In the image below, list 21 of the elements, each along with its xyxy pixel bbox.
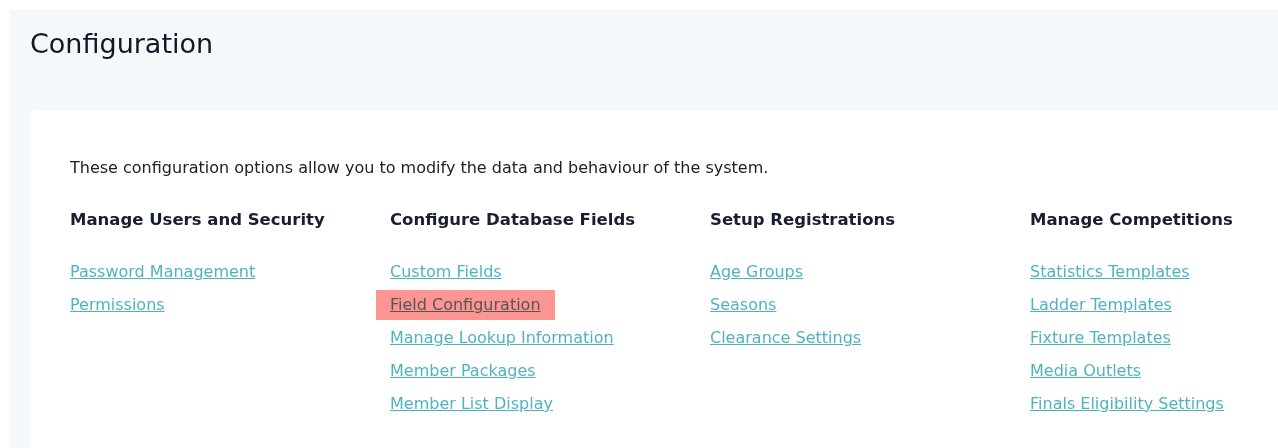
section-heading: Setup Registrations: [710, 209, 897, 231]
intro-text: These configuration options allow you to modify the data and behaviour of the system.: [70, 157, 770, 179]
config-link[interactable]: Clearance Settings: [710, 323, 862, 353]
section-heading: Manage Users and Security: [70, 209, 326, 231]
config-link[interactable]: Statistics Templates: [1030, 257, 1190, 287]
config-link[interactable]: Password Management: [70, 257, 256, 287]
config-link[interactable]: Finals Eligibility Settings: [1030, 389, 1224, 419]
config-link[interactable]: Custom Fields: [390, 257, 502, 287]
config-link[interactable]: Member List Display: [390, 389, 553, 419]
page-title: Configuration: [30, 27, 215, 60]
config-link[interactable]: Media Outlets: [1030, 356, 1142, 386]
config-link[interactable]: Seasons: [710, 290, 777, 320]
config-link[interactable]: Permissions: [70, 290, 165, 320]
section-heading: Manage Competitions: [1030, 209, 1234, 231]
config-link[interactable]: Manage Lookup Information: [390, 323, 614, 353]
config-link[interactable]: Field Configuration: [376, 290, 555, 320]
config-link[interactable]: Ladder Templates: [1030, 290, 1172, 320]
config-link[interactable]: Age Groups: [710, 257, 804, 287]
section-heading: Configure Database Fields: [390, 209, 636, 231]
config-link[interactable]: Fixture Templates: [1030, 323, 1171, 353]
config-link[interactable]: Member Packages: [390, 356, 536, 386]
